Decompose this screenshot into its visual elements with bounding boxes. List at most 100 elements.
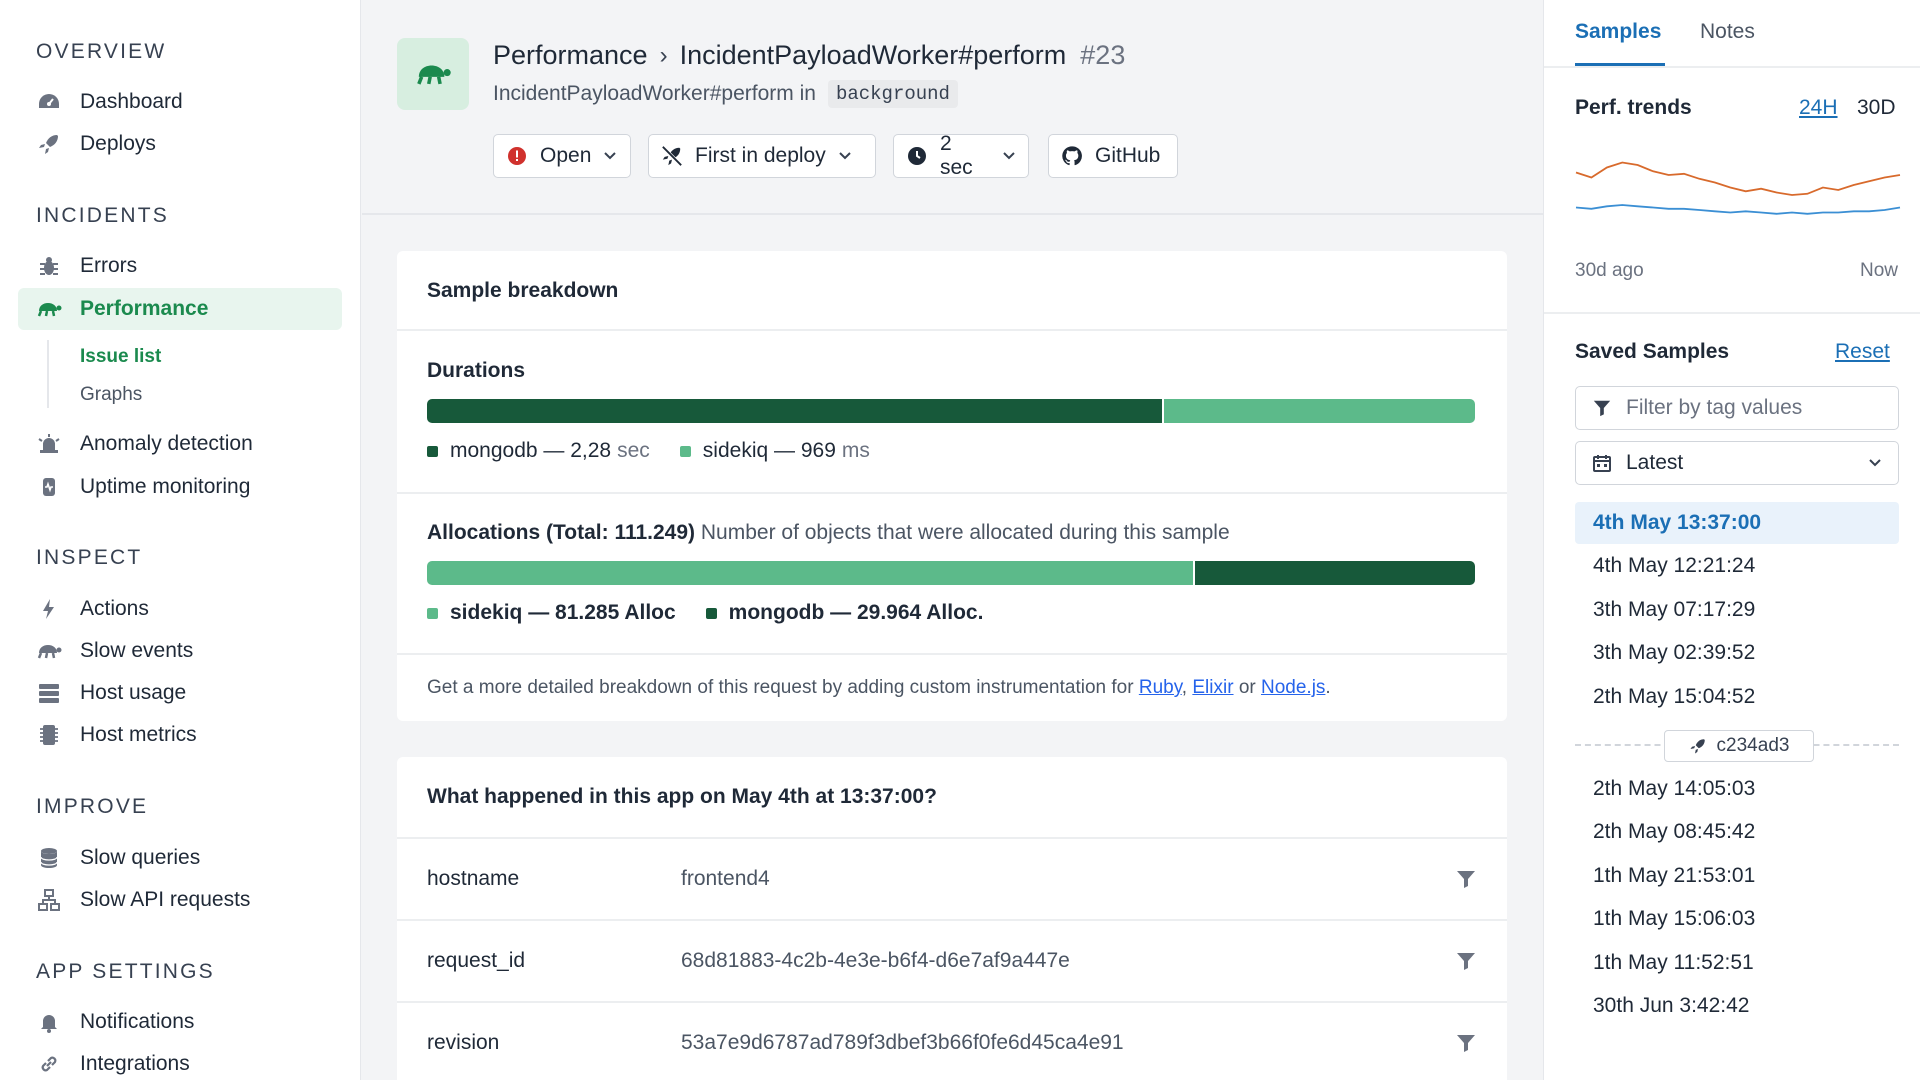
sidebar-item-slow-queries[interactable]: Slow queries [18,837,342,879]
subnav-line [47,340,49,408]
sample-item[interactable]: 1th May 11:52:51 [1575,942,1899,984]
sample-item[interactable]: 1th May 15:06:03 [1575,898,1899,940]
bar-segment-sidekiq [427,561,1193,585]
rocket-off-icon [661,145,683,167]
sort-select[interactable]: Latest [1575,441,1899,485]
sidebar-item-actions[interactable]: Actions [18,588,342,630]
incident-subtitle: IncidentPayloadWorker#perform in backgro… [493,80,958,108]
sidebar-item-integrations[interactable]: Integrations [18,1043,342,1080]
instrumentation-note: Get a more detailed breakdown of this re… [427,677,1331,699]
sidebar-item-slow-api-requests[interactable]: Slow API requests [18,879,342,921]
sample-item[interactable]: 3th May 02:39:52 [1575,632,1899,674]
sidebar-item-label: Host metrics [80,723,197,746]
table-row: hostname frontend4 [397,839,1507,919]
sidebar-item-host-metrics[interactable]: Host metrics [18,714,342,756]
filter-icon [1593,400,1611,417]
state-label: Open [540,144,592,167]
bolt-icon [36,596,62,622]
section-heading-incidents: INCIDENTS [36,204,169,227]
durations-bar [427,399,1475,423]
sample-item[interactable]: 2th May 15:04:52 [1575,676,1899,718]
sidebar-item-slow-events[interactable]: Slow events [18,630,342,672]
legend-item-sidekiq: sidekiq — 81.285 Alloc [427,601,676,625]
reset-link[interactable]: Reset [1835,340,1890,364]
chevron-down-icon [1003,152,1015,160]
sidebar-item-label: Performance [80,297,209,320]
sidebar-item-performance[interactable]: Performance [18,288,342,330]
sidebar-item-label: Slow events [80,639,194,662]
legend-item-mongodb: mongodb — 2,28 sec [427,439,650,463]
legend-label: mongodb — 2,28 [450,439,612,462]
sample-item[interactable]: 2th May 08:45:42 [1575,811,1899,853]
legend-swatch [427,607,438,619]
tag-value: frontend4 [681,867,770,890]
legend-item-mongodb: mongodb — 29.964 Alloc. [705,601,983,625]
sidebar-item-label: Deploys [80,132,156,155]
filter-icon[interactable] [1455,1032,1477,1054]
sample-item[interactable]: 2th May 14:05:03 [1575,768,1899,810]
sidebar-item-deploys[interactable]: Deploys [18,123,342,165]
note-end: . [1325,677,1331,698]
elixir-link[interactable]: Elixir [1192,677,1233,698]
nodejs-link[interactable]: Node.js [1261,677,1325,698]
trend-line-2 [1575,204,1901,215]
allocations-bar [427,561,1475,585]
first-seen-dropdown-button[interactable]: First in deploy [648,134,876,178]
legend-swatch [427,445,438,457]
legend-label: sidekiq — 81.285 Alloc [450,601,676,624]
subnav-graphs[interactable]: Graphs [80,384,142,406]
filter-icon[interactable] [1455,950,1477,972]
tag-value: 53a7e9d6787ad789f3dbef3b66f0fe6d45ca4e91 [681,1031,1124,1054]
sample-item[interactable]: 3th May 07:17:29 [1575,589,1899,631]
github-button[interactable]: GitHub [1048,134,1178,178]
namespace-badge: background [827,80,958,108]
divider [397,492,1507,494]
state-dropdown-button[interactable]: Open [493,134,631,178]
sidebar-item-notifications[interactable]: Notifications [18,1001,342,1043]
sidebar-item-host-usage[interactable]: Host usage [18,672,342,714]
note-comma: , [1181,677,1188,698]
divider [1544,312,1920,314]
durations-title: Durations [427,359,526,382]
sample-item[interactable]: 4th May 12:21:24 [1575,545,1899,587]
sidebar-item-anomaly-detection[interactable]: Anomaly detection [18,423,342,465]
note-text: Get a more detailed breakdown of this re… [427,677,1134,698]
deploy-marker[interactable]: c234ad3 [1664,730,1814,762]
sample-item[interactable]: 1th May 21:53:01 [1575,855,1899,897]
rocket-icon [1690,739,1705,754]
duration-dropdown-button[interactable]: 2 sec [893,132,1029,179]
tab-notes[interactable]: Notes [1700,20,1755,44]
sample-item[interactable]: 30th Jun 3:42:42 [1575,985,1899,1027]
trend-axis-start: 30d ago [1575,260,1644,281]
sidebar-item-label: Notifications [80,1010,195,1033]
range-24h[interactable]: 24H [1799,96,1838,120]
range-30d[interactable]: 30D [1857,96,1896,120]
legend-item-sidekiq: sidekiq — 969 ms [679,439,870,463]
tab-samples[interactable]: Samples [1575,20,1661,44]
sidebar-item-label: Slow API requests [80,888,251,911]
divider [397,329,1507,331]
breadcrumb-root[interactable]: Performance [493,40,648,71]
sidebar-item-uptime-monitoring[interactable]: Uptime monitoring [18,466,342,508]
filter-icon[interactable] [1455,868,1477,890]
sidebar: OVERVIEW Dashboard Deploys INCIDENTS Err… [0,0,361,1080]
tag-filter-input[interactable] [1626,396,1866,420]
sample-breakdown-title: Sample breakdown [427,279,619,302]
sidebar-item-label: Dashboard [80,90,183,113]
subnav-issue-list[interactable]: Issue list [80,346,161,368]
trend-axis-end: Now [1859,260,1898,281]
breadcrumb: Performance › IncidentPayloadWorker#perf… [493,40,1125,71]
turtle-icon [36,638,62,664]
sidebar-item-dashboard[interactable]: Dashboard [18,81,342,123]
tag-filter-field[interactable] [1575,386,1899,430]
ruby-link[interactable]: Ruby [1139,677,1182,698]
sample-item[interactable]: 4th May 13:37:00 [1575,502,1899,544]
incident-header: Performance › IncidentPayloadWorker#perf… [362,0,1543,215]
sidebar-item-errors[interactable]: Errors [18,245,342,287]
bug-icon [36,253,62,279]
github-icon [1061,145,1083,167]
tag-key: request_id [427,949,526,972]
duration-label: 2 sec [939,132,973,179]
page-title: IncidentPayloadWorker#perform [679,40,1067,70]
rocket-icon [36,131,62,157]
